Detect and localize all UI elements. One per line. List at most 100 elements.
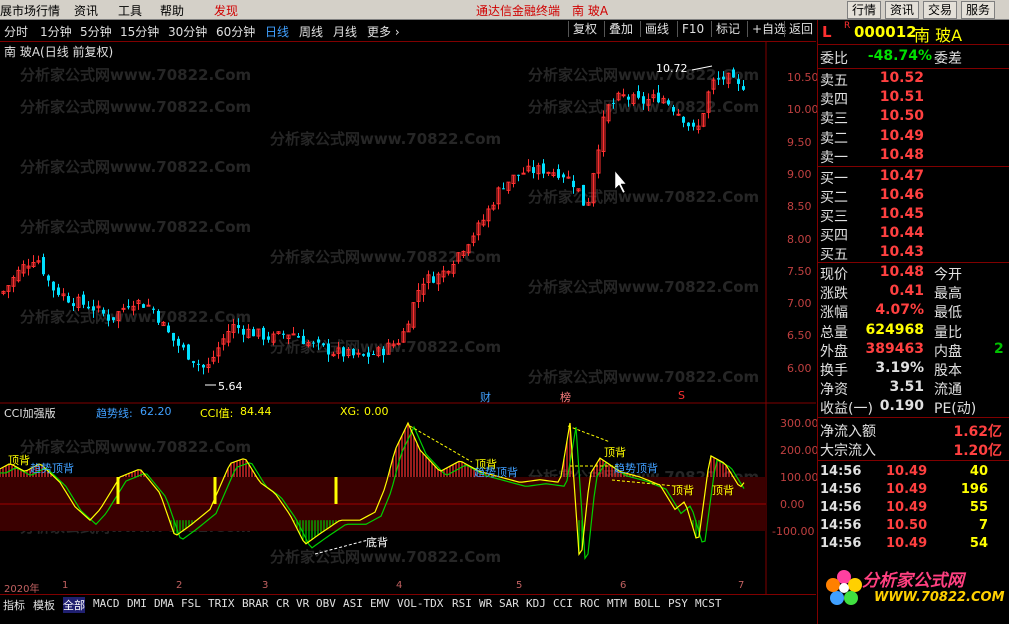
menu-discover[interactable]: 发现 bbox=[214, 2, 238, 19]
candle-body bbox=[432, 276, 435, 283]
candle-body bbox=[67, 296, 70, 303]
indicator-tab[interactable]: WR bbox=[479, 597, 492, 610]
menu-help[interactable]: 帮助 bbox=[160, 2, 184, 19]
candle-body bbox=[352, 349, 355, 356]
candle-body bbox=[177, 338, 180, 346]
site-logo: 分析家公式网 WWW.70822.COM bbox=[818, 556, 1009, 624]
tf-15min[interactable]: 15分钟 bbox=[120, 23, 159, 40]
tick-row: 14:56 10.49 54 bbox=[820, 536, 988, 551]
menu-tools[interactable]: 工具 bbox=[118, 2, 142, 19]
menu-news[interactable]: 资讯 bbox=[74, 2, 98, 19]
cci-signal-label: 底背 bbox=[366, 536, 388, 549]
candle-body bbox=[692, 122, 695, 127]
indicator-tab[interactable]: OBV bbox=[316, 597, 336, 610]
indicator-tab[interactable]: EMV bbox=[370, 597, 390, 610]
indicator-tab[interactable]: CR bbox=[276, 597, 289, 610]
btn-back[interactable]: 返回 bbox=[784, 21, 817, 37]
right-btn-service[interactable]: 服务 bbox=[961, 1, 996, 19]
candle-body bbox=[92, 306, 95, 311]
menu-market[interactable]: 展市场行情 bbox=[0, 2, 60, 19]
tick-row: 14:56 10.49 40 bbox=[820, 464, 988, 479]
indicator-tab[interactable]: ASI bbox=[343, 597, 363, 610]
candle-body bbox=[82, 294, 85, 305]
candle-body bbox=[262, 327, 265, 340]
indicator-tab[interactable]: 模板 bbox=[33, 597, 55, 613]
candle-body bbox=[112, 317, 115, 321]
xg-value: 0.00 bbox=[364, 405, 389, 418]
candle-body bbox=[327, 343, 330, 355]
indicator-tab[interactable]: TRIX bbox=[208, 597, 235, 610]
tf-weekly[interactable]: 周线 bbox=[299, 23, 323, 40]
trend-label: 趋势线: bbox=[96, 407, 133, 420]
tf-daily[interactable]: 日线 bbox=[265, 23, 289, 40]
indicator-tab[interactable]: FSL bbox=[181, 597, 201, 610]
btn-overlay[interactable]: 叠加 bbox=[604, 21, 637, 37]
indicator-tab[interactable]: MACD bbox=[93, 597, 120, 610]
tf-5min[interactable]: 5分钟 bbox=[80, 23, 112, 40]
price-axis-label: 9.50 bbox=[787, 135, 812, 149]
right-btn-quote[interactable]: 行情 bbox=[847, 1, 882, 19]
tf-more[interactable]: 更多 › bbox=[367, 23, 400, 40]
finance-marker[interactable]: 财 bbox=[480, 389, 491, 405]
indicator-tab[interactable]: VOL-TDX bbox=[397, 597, 443, 610]
btn-mark[interactable]: 标记 bbox=[711, 21, 744, 37]
indicator-tab[interactable]: 指标 bbox=[3, 597, 25, 613]
cci-axis-label: 100.00 bbox=[780, 471, 819, 484]
candle-body bbox=[546, 171, 551, 174]
indicator-tab[interactable]: KDJ bbox=[526, 597, 546, 610]
btn-adjust[interactable]: 复权 bbox=[568, 21, 601, 37]
indicator-tab[interactable]: CCI bbox=[553, 597, 573, 610]
indicator-tab[interactable]: 全部 bbox=[63, 597, 85, 613]
candle-body bbox=[637, 91, 640, 98]
cci-signal-label: 顶背 bbox=[604, 446, 626, 459]
sell-signal-marker: S bbox=[678, 389, 685, 402]
right-btn-trade[interactable]: 交易 bbox=[923, 1, 958, 19]
kline-chart[interactable] bbox=[0, 42, 816, 594]
indicator-tab[interactable]: BOLL bbox=[634, 597, 661, 610]
indicator-tab[interactable]: ROC bbox=[580, 597, 600, 610]
month-label: 1 bbox=[62, 580, 69, 591]
candle-body bbox=[322, 343, 325, 346]
cci-axis-label: -100.00 bbox=[772, 525, 815, 538]
indicator-name[interactable]: CCI加强版 bbox=[4, 405, 56, 421]
quote-row: 卖四 10.51 bbox=[820, 89, 924, 109]
candle-body bbox=[187, 344, 190, 360]
candle-body bbox=[87, 306, 90, 309]
indicator-tab[interactable]: MCST bbox=[695, 597, 722, 610]
btn-f10[interactable]: F10 bbox=[677, 21, 708, 37]
r-flag: R bbox=[844, 21, 851, 31]
quote-row: 涨幅 4.07% 最低 bbox=[820, 302, 962, 322]
indicator-tab[interactable]: BRAR bbox=[242, 597, 269, 610]
indicator-tab[interactable]: DMA bbox=[154, 597, 174, 610]
quote-row: 卖五 10.52 bbox=[820, 70, 924, 89]
price-axis-label: 8.50 bbox=[787, 200, 812, 214]
indicator-tab[interactable]: DMI bbox=[127, 597, 147, 610]
month-label: 3 bbox=[262, 580, 269, 591]
candle-body bbox=[396, 342, 401, 345]
candle-body bbox=[742, 86, 745, 90]
tf-monthly[interactable]: 月线 bbox=[333, 23, 357, 40]
indicator-tab[interactable]: MTM bbox=[607, 597, 627, 610]
indicator-tab[interactable]: PSY bbox=[668, 597, 688, 610]
candle-body bbox=[172, 332, 175, 341]
tf-1min[interactable]: 1分钟 bbox=[40, 23, 72, 40]
cci-axis-label: 200.00 bbox=[780, 444, 819, 457]
candle-body bbox=[252, 329, 255, 337]
weibi-row: 委比 -48.74% 委差 bbox=[820, 48, 962, 67]
tf-60min[interactable]: 60分钟 bbox=[216, 23, 255, 40]
candle-body bbox=[627, 96, 630, 100]
list-marker[interactable]: 榜 bbox=[560, 389, 571, 405]
btn-draw[interactable]: 画线 bbox=[640, 21, 673, 37]
tf-intraday[interactable]: 分时 bbox=[4, 23, 28, 40]
candle-body bbox=[367, 352, 370, 357]
candle-body bbox=[682, 116, 685, 123]
price-axis-label: 10.00 bbox=[787, 103, 819, 117]
indicator-tab[interactable]: RSI bbox=[452, 597, 472, 610]
indicator-tab[interactable]: VR bbox=[296, 597, 309, 610]
tf-30min[interactable]: 30分钟 bbox=[168, 23, 207, 40]
indicator-tab[interactable]: SAR bbox=[499, 597, 519, 610]
window-stock-title: 南 玻A bbox=[572, 4, 609, 18]
candle-body bbox=[121, 307, 126, 310]
quote-row: 涨跌 0.41 最高 bbox=[820, 283, 962, 303]
right-btn-news[interactable]: 资讯 bbox=[885, 1, 920, 19]
